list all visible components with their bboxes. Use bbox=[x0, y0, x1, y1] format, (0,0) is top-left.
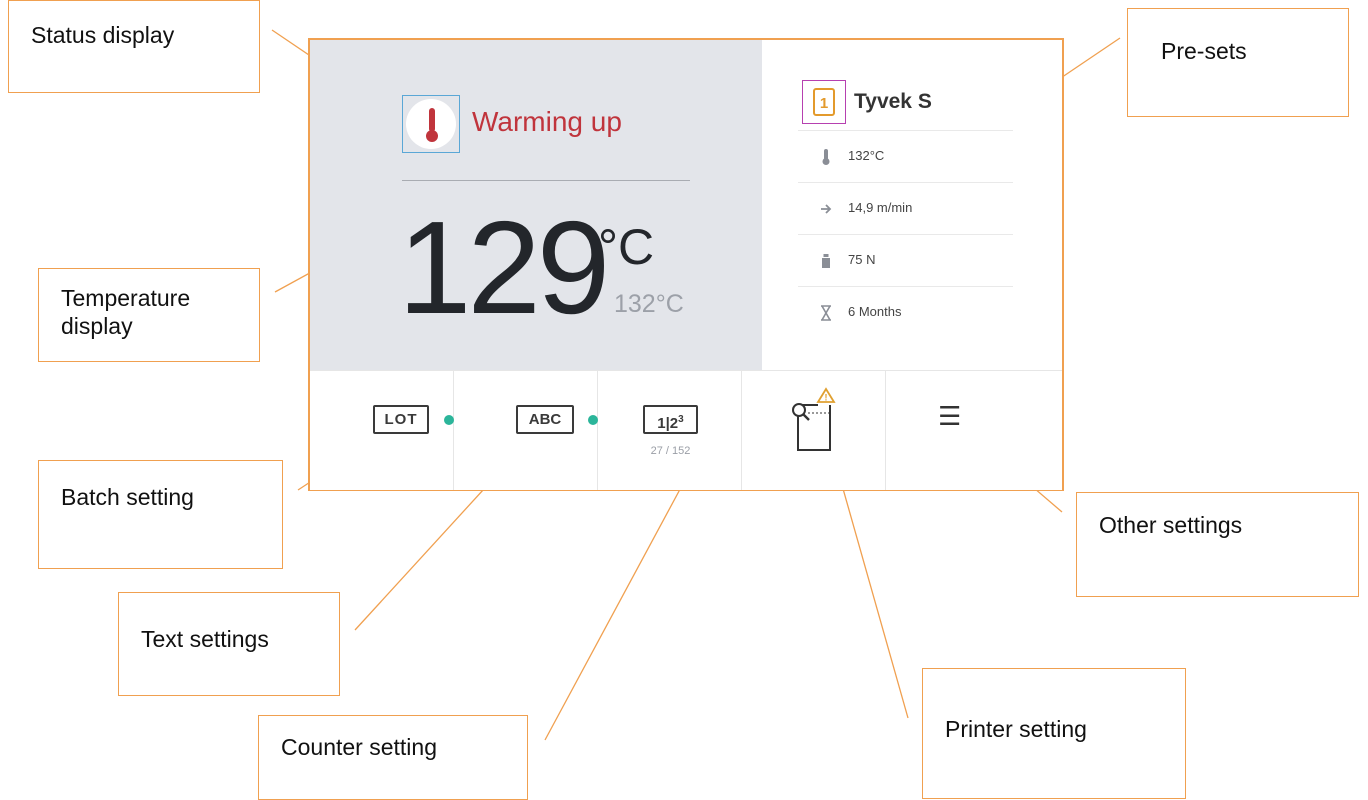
other-settings-button[interactable]: ☰ bbox=[886, 371, 1062, 490]
text-settings-button[interactable]: ABC bbox=[454, 371, 598, 490]
callout-temperature-line2: display bbox=[61, 313, 133, 339]
callout-presets-text: Pre-sets bbox=[1161, 38, 1247, 64]
temperature-unit: °C bbox=[598, 219, 655, 275]
counter-icon-sup: 3 bbox=[678, 414, 684, 425]
callout-printer-text: Printer setting bbox=[945, 716, 1087, 742]
callout-status-display-text: Status display bbox=[31, 22, 175, 48]
status-icon bbox=[402, 95, 460, 153]
setpoint-temperature: 132°C bbox=[614, 290, 684, 318]
weight-icon bbox=[822, 254, 830, 268]
preset-speed-value: 14,9 m/min bbox=[848, 200, 913, 215]
hourglass-icon bbox=[821, 305, 831, 321]
preset-panel[interactable]: 1 Tyvek S 132°C 14,9 m/min 75 N 6 Months bbox=[762, 40, 1062, 370]
callout-temperature-display: Temperature display bbox=[38, 268, 260, 362]
callout-text-settings-text: Text settings bbox=[141, 626, 269, 652]
preset-temperature-value: 132°C bbox=[848, 148, 885, 163]
callout-status-display: Status display bbox=[8, 0, 260, 93]
preset-row-pressure: 75 N bbox=[798, 234, 1013, 287]
preset-pressure-value: 75 N bbox=[848, 252, 876, 267]
text-abc-icon: ABC bbox=[516, 405, 574, 434]
leader-counter bbox=[544, 479, 686, 741]
warning-mark: ! bbox=[825, 393, 828, 403]
callout-text-settings: Text settings bbox=[118, 592, 340, 696]
thermometer-icon bbox=[822, 149, 830, 165]
menu-icon: ☰ bbox=[938, 401, 962, 431]
preset-name: Tyvek S bbox=[854, 90, 932, 113]
divider bbox=[402, 180, 690, 181]
callout-counter-setting: Counter setting bbox=[258, 715, 528, 800]
preset-icon[interactable]: 1 bbox=[802, 80, 846, 124]
callout-counter-text: Counter setting bbox=[281, 734, 437, 760]
counter-setting-button[interactable]: 1|23 27 / 152 bbox=[598, 371, 742, 490]
printer-setting-button[interactable]: ! bbox=[742, 371, 886, 490]
preset-number: 1 bbox=[819, 95, 829, 112]
device-screen: Warming up 129 °C 132°C 1 Tyvek S 132°C … bbox=[308, 38, 1064, 491]
preset-duration-value: 6 Months bbox=[848, 304, 902, 319]
batch-setting-button[interactable]: LOT bbox=[310, 371, 454, 490]
callout-printer-setting: Printer setting bbox=[922, 668, 1186, 799]
lot-status-dot bbox=[444, 415, 454, 425]
callout-presets: Pre-sets bbox=[1127, 8, 1349, 117]
callout-batch-setting: Batch setting bbox=[38, 460, 283, 569]
callout-temperature-line1: Temperature bbox=[61, 285, 191, 311]
preset-row-temperature: 132°C bbox=[798, 130, 1013, 183]
bottom-toolbar: LOT ABC 1|23 27 / 152 ! ☰ bbox=[310, 370, 1062, 490]
status-text: Warming up bbox=[472, 106, 622, 137]
printer-search-icon: ! bbox=[792, 387, 836, 451]
callout-other-text: Other settings bbox=[1099, 512, 1243, 538]
counter-value: 27 / 152 bbox=[650, 445, 691, 457]
callout-batch-text: Batch setting bbox=[61, 484, 194, 510]
arrow-right-icon bbox=[821, 204, 832, 214]
leader-printer bbox=[835, 463, 909, 719]
counter-icon-label: 1|2 bbox=[657, 415, 679, 432]
text-status-dot bbox=[588, 415, 598, 425]
thermometer-icon bbox=[426, 108, 438, 142]
current-temperature: 129 bbox=[398, 194, 610, 341]
preset-row-speed: 14,9 m/min bbox=[798, 182, 1013, 235]
status-panel: Warming up 129 °C 132°C bbox=[310, 40, 762, 370]
callout-other-settings: Other settings bbox=[1076, 492, 1359, 597]
preset-row-duration: 6 Months bbox=[798, 286, 1013, 339]
lot-icon: LOT bbox=[373, 405, 429, 434]
counter-icon: 1|23 bbox=[643, 405, 698, 434]
